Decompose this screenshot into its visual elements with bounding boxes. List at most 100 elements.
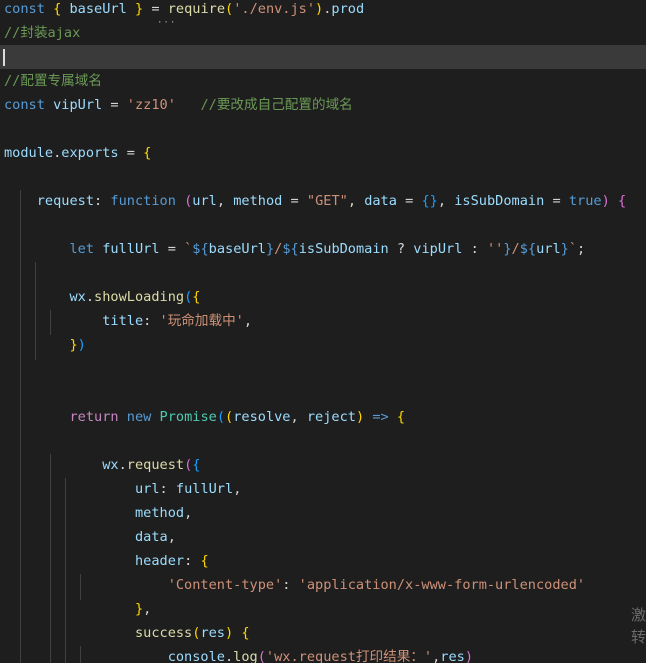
code-token: 'wx.request打印结果：' [265, 649, 433, 663]
code-token: request [126, 457, 185, 473]
code-line[interactable] [0, 117, 646, 141]
watermark-char: 激 [630, 606, 646, 624]
code-token: header [134, 553, 185, 569]
watermark: 激 转 [630, 604, 646, 648]
code-line[interactable]: data, [0, 525, 646, 549]
code-token: . [85, 289, 95, 305]
code-token: //封装ajax [4, 25, 81, 41]
code-token: title [102, 313, 144, 329]
code-token: const [4, 1, 54, 17]
code-token: ` [568, 241, 578, 257]
code-line[interactable] [0, 261, 646, 285]
code-line[interactable]: //封装ajax [0, 21, 646, 45]
code-line[interactable]: wx.showLoading({ [0, 285, 646, 309]
code-token: module [4, 145, 54, 161]
code-token: '' [486, 241, 504, 257]
code-token: true [568, 193, 602, 209]
code-token: ( [225, 409, 234, 425]
code-line[interactable]: wx.request({ [0, 453, 646, 477]
code-token: isSubDomain [454, 193, 545, 209]
code-token: ( [225, 1, 234, 17]
code-line[interactable]: let fullUrl = `${baseUrl}/${isSubDomain … [0, 237, 646, 261]
code-token: = [102, 97, 127, 113]
code-token: ${ [282, 241, 299, 257]
code-token: reject [306, 409, 356, 425]
code-line[interactable]: url: fullUrl, [0, 477, 646, 501]
code-token: , [216, 193, 234, 209]
code-token: wx [102, 457, 119, 473]
code-token: method [134, 505, 185, 521]
code-token: //要改成自己配置的域名 [200, 97, 353, 113]
code-token: data [364, 193, 397, 209]
code-token: { [192, 457, 201, 473]
code-token: ${ [192, 241, 209, 257]
code-token: } [560, 241, 569, 257]
code-line[interactable]: }) [0, 333, 646, 357]
code-token: . [118, 457, 127, 473]
code-token: baseUrl [69, 1, 135, 17]
watermark-char: 转 [630, 628, 646, 646]
code-token: ) [315, 1, 324, 17]
code-token: 'zz10' [126, 97, 176, 113]
code-token: prod [331, 1, 365, 17]
code-token: exports [61, 145, 119, 161]
code-line[interactable] [0, 429, 646, 453]
code-line[interactable] [0, 381, 646, 405]
code-line[interactable]: const vipUrl = 'zz10' //要改成自己配置的域名 [0, 93, 646, 117]
code-token: resolve [233, 409, 291, 425]
code-line[interactable]: console.log('wx.request打印结果：',res) [0, 645, 646, 663]
code-token: isSubDomain [298, 241, 389, 257]
code-line[interactable]: header: { [0, 549, 646, 573]
code-token: log [233, 649, 258, 663]
code-token: data [134, 529, 168, 545]
code-editor[interactable]: const { baseUrl } = require('./env.js').… [0, 0, 646, 663]
code-token: } [134, 601, 144, 617]
code-token: res [440, 649, 465, 663]
code-token: ) [601, 193, 610, 209]
code-token: function [110, 193, 185, 209]
code-token: //配置专属域名 [4, 73, 102, 89]
code-line[interactable]: //配置专属域名 [0, 69, 646, 93]
code-token: url [192, 193, 217, 209]
code-token: ? [388, 241, 414, 257]
code-line[interactable]: }, [0, 597, 646, 621]
code-token: console [167, 649, 225, 663]
code-token: : [94, 193, 111, 209]
code-token: / [511, 241, 520, 257]
code-token: } [69, 337, 78, 353]
code-token: { [143, 145, 152, 161]
code-line[interactable] [0, 45, 646, 69]
code-token: const [4, 97, 54, 113]
code-token: request [36, 193, 95, 209]
code-token: showLoading [94, 289, 185, 305]
code-token: { [192, 289, 201, 305]
code-line[interactable]: module.exports = { [0, 141, 646, 165]
code-line[interactable]: request: function (url, method = "GET", … [0, 189, 646, 213]
code-line[interactable]: method, [0, 501, 646, 525]
code-line[interactable] [0, 165, 646, 189]
code-token: : [462, 241, 487, 257]
hint-ellipsis: ··· [157, 18, 177, 28]
code-token: '玩命加载中' [159, 313, 244, 329]
code-line[interactable]: const { baseUrl } = require('./env.js').… [0, 0, 646, 21]
code-line[interactable]: return new Promise((resolve, reject) => … [0, 405, 646, 429]
code-token: {} [421, 193, 438, 209]
code-line[interactable]: title: '玩命加载中', [0, 309, 646, 333]
code-token: new [126, 409, 160, 425]
code-token: } [503, 241, 512, 257]
code-token: , [167, 529, 176, 545]
code-line[interactable]: 'Content-type': 'application/x-www-form-… [0, 573, 646, 597]
code-line[interactable]: success(res) { [0, 621, 646, 645]
code-line[interactable] [0, 357, 646, 381]
code-token: => [372, 409, 389, 425]
code-line[interactable] [0, 213, 646, 237]
code-token: Promise [159, 409, 217, 425]
